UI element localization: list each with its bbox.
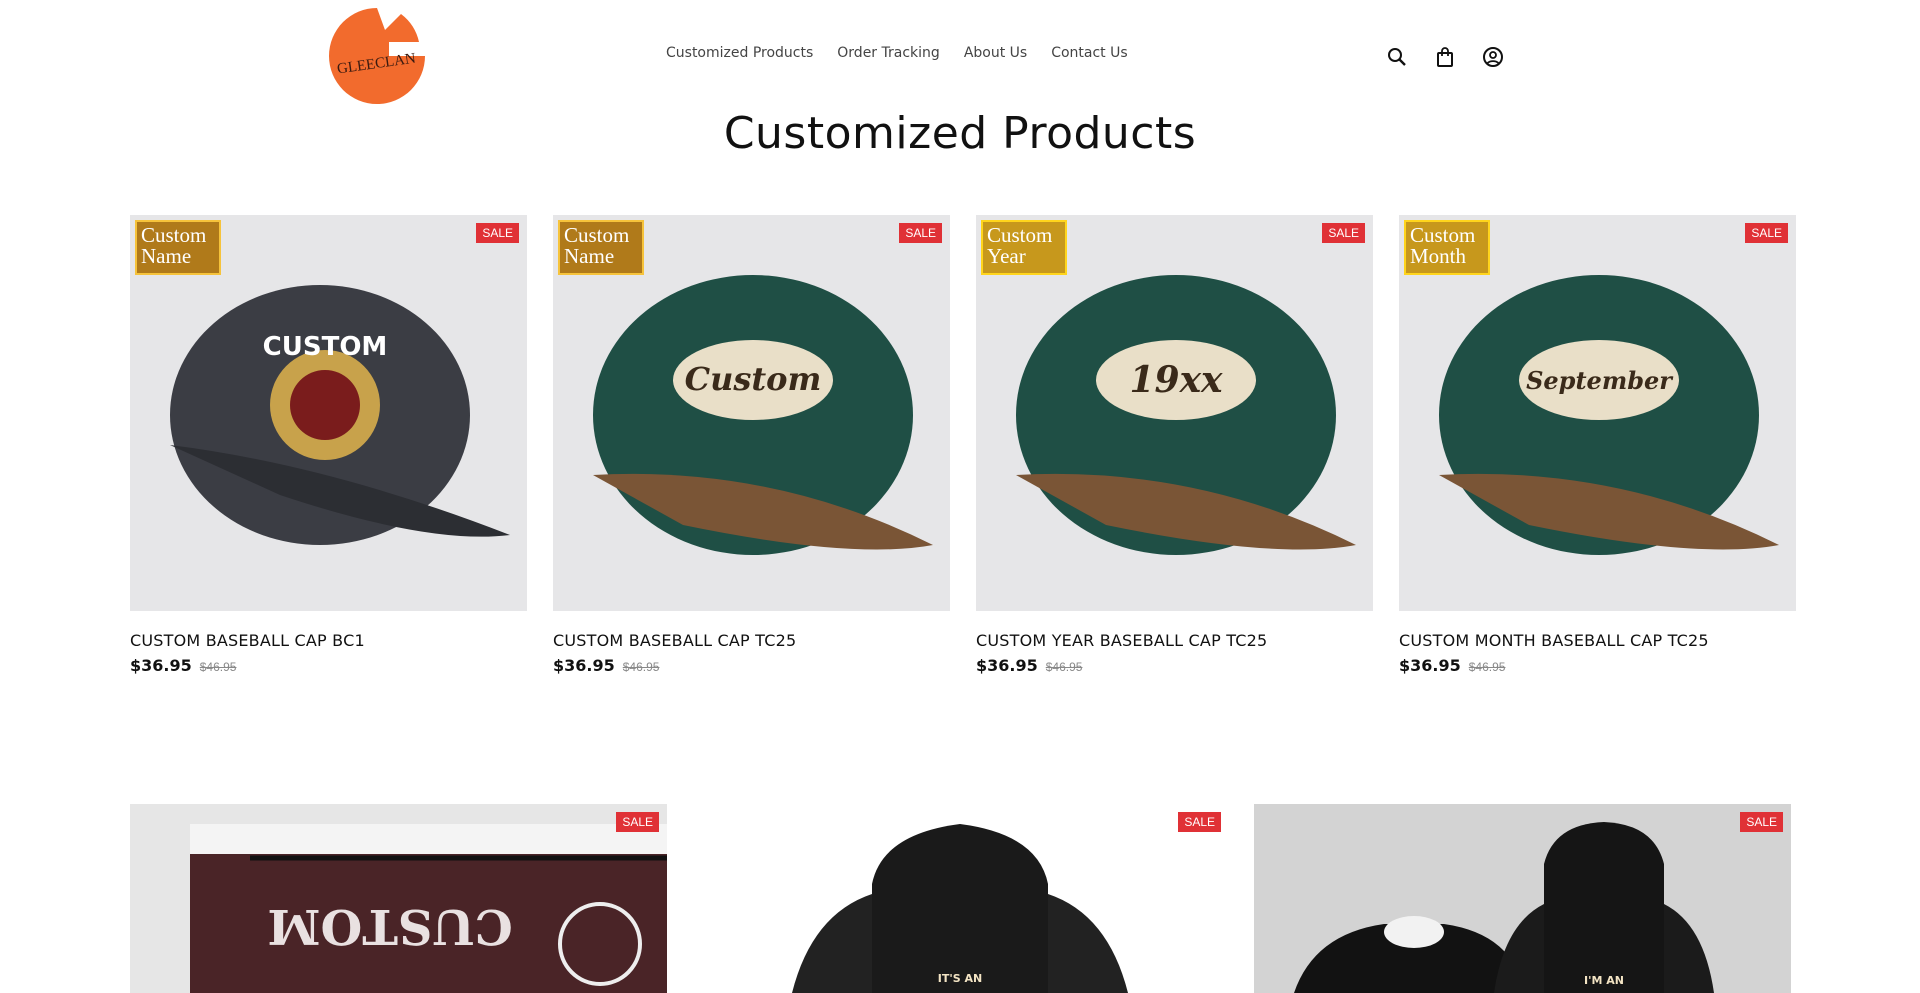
product-image: CUSTOM — [130, 804, 667, 993]
sale-price: $36.95 — [553, 656, 615, 675]
product-image[interactable]: CUSTOM Custom Name SALE — [130, 215, 527, 611]
nav-contact-us[interactable]: Contact Us — [1051, 45, 1127, 61]
header-icons — [1384, 44, 1506, 70]
badge-line-2: Name — [564, 244, 615, 268]
product-image[interactable]: Custom Custom Name SALE — [553, 215, 950, 611]
product-image[interactable]: 19xx Custom Year SALE — [976, 215, 1373, 611]
sale-badge: SALE — [899, 223, 942, 243]
badge-line-2: Year — [987, 244, 1026, 268]
sale-price: $36.95 — [130, 656, 192, 675]
search-icon[interactable] — [1384, 44, 1410, 70]
main-nav: Customized Products Order Tracking About… — [666, 45, 1128, 61]
compare-price: $46.95 — [1045, 660, 1083, 674]
shoe-print-text: CUSTOM — [267, 898, 512, 954]
price-row: $36.95 $46.95 — [553, 656, 950, 675]
custom-year-badge: Custom Year — [981, 220, 1067, 275]
sale-badge: SALE — [1322, 223, 1365, 243]
custom-name-badge: Custom Name — [558, 220, 644, 275]
custom-name-badge: Custom Name — [135, 220, 221, 275]
sale-badge: SALE — [476, 223, 519, 243]
product-image: IT'S AN — [792, 824, 1128, 993]
page-title: Customized Products — [723, 108, 1197, 159]
product-image: I'M AN — [1254, 804, 1791, 993]
cap-print-text: 19xx — [1129, 359, 1223, 401]
product-title[interactable]: CUSTOM BASEBALL CAP BC1 — [130, 631, 527, 650]
nav-about-us[interactable]: About Us — [964, 45, 1027, 61]
product-card[interactable]: 19xx Custom Year SALE CUSTOM YEAR BASEBAL… — [976, 215, 1373, 675]
compare-price: $46.95 — [622, 660, 660, 674]
product-card[interactable]: Custom Custom Name SALE CUSTOM BASEBALL C… — [553, 215, 950, 675]
compare-price: $46.95 — [199, 660, 237, 674]
cap-print-text: Custom — [685, 360, 822, 398]
custom-month-badge: Custom Month — [1404, 220, 1490, 275]
bag-icon[interactable] — [1432, 44, 1458, 70]
sale-badge: SALE — [1178, 812, 1221, 832]
price-row: $36.95 $46.95 — [130, 656, 527, 675]
price-row: $36.95 $46.95 — [976, 656, 1373, 675]
cap-print-text: September — [1526, 366, 1674, 395]
product-card[interactable]: September Custom Month SALE CUSTOM MONTH … — [1399, 215, 1796, 675]
nav-customized-products[interactable]: Customized Products — [666, 45, 813, 61]
sale-price: $36.95 — [976, 656, 1038, 675]
hoodie-print-text: I'M AN — [1584, 974, 1624, 987]
compare-price: $46.95 — [1468, 660, 1506, 674]
cap-print-text: CUSTOM — [263, 332, 388, 362]
product-title[interactable]: CUSTOM YEAR BASEBALL CAP TC25 — [976, 631, 1373, 650]
price-row: $36.95 $46.95 — [1399, 656, 1796, 675]
nav-order-tracking[interactable]: Order Tracking — [837, 45, 940, 61]
account-icon[interactable] — [1480, 44, 1506, 70]
badge-line-2: Month — [1410, 244, 1467, 268]
product-title[interactable]: CUSTOM BASEBALL CAP TC25 — [553, 631, 950, 650]
brand-logo[interactable]: GLEECLAN — [329, 8, 425, 104]
product-image[interactable]: September Custom Month SALE — [1399, 215, 1796, 611]
sale-badge: SALE — [1740, 812, 1783, 832]
product-card[interactable]: CUSTOM SALE — [130, 804, 667, 993]
product-card[interactable]: IT'S AN SALE — [692, 804, 1229, 993]
sale-price: $36.95 — [1399, 656, 1461, 675]
product-title[interactable]: CUSTOM MONTH BASEBALL CAP TC25 — [1399, 631, 1796, 650]
hoodie-print-text: IT'S AN — [938, 972, 982, 985]
sale-badge: SALE — [1745, 223, 1788, 243]
site-header: GLEECLAN Customized Products Order Track… — [0, 0, 1920, 110]
badge-line-2: Name — [141, 244, 192, 268]
product-card[interactable]: I'M AN SALE — [1254, 804, 1791, 993]
sale-badge: SALE — [616, 812, 659, 832]
product-card[interactable]: CUSTOM Custom Name SALE CUSTOM BASEBALL C… — [130, 215, 527, 675]
